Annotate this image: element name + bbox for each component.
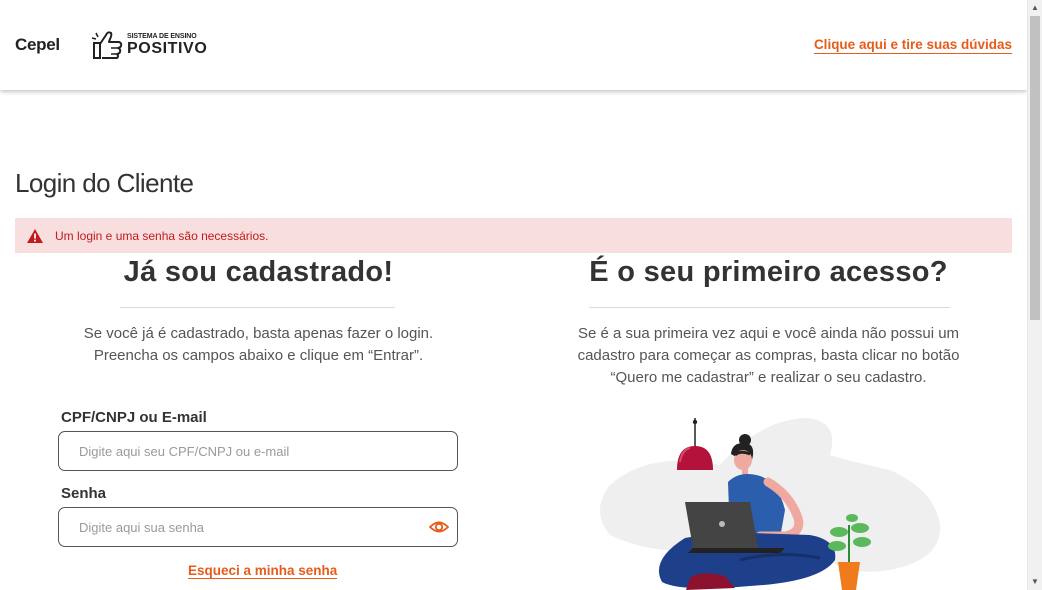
woman-with-laptop-illustration	[600, 418, 941, 590]
register-description-line: Se é a sua primeira vez aqui e você aind…	[577, 325, 960, 342]
user-field-label: CPF/CNPJ ou E-mail	[61, 409, 207, 426]
login-section-title: Já sou cadastrado!	[123, 256, 394, 288]
logo-title: POSITIVO	[127, 40, 208, 57]
plant-pot	[838, 562, 860, 590]
site-header: Cepel SISTEMA DE ENSINO POSITIVO Clique …	[0, 0, 1027, 90]
page-title: Login do Cliente	[15, 168, 194, 198]
login-description: Se você já é cadastrado, basta apenas fa…	[15, 323, 502, 367]
plant-leaf	[851, 523, 869, 533]
plant-leaf	[853, 537, 871, 547]
laptop-base	[688, 548, 785, 553]
alert-message: Um login e uma senha são necessários.	[55, 228, 269, 243]
plant-leaf	[828, 541, 846, 551]
user-input[interactable]	[59, 432, 457, 470]
scrollbar-thumb[interactable]	[1030, 16, 1040, 320]
scroll-down-arrow-icon[interactable]: ▼	[1031, 578, 1039, 586]
password-field-wrapper	[58, 507, 458, 547]
register-description: Se é a sua primeira vez aqui e você aind…	[555, 323, 982, 389]
login-description-line: Se você já é cadastrado, basta apenas fa…	[83, 325, 434, 342]
thumbs-up-logo-icon	[91, 31, 123, 59]
forgot-password-link[interactable]: Esqueci a minha senha	[188, 563, 338, 579]
register-section-title: É o seu primeiro acesso?	[589, 256, 948, 288]
login-description-line: Preencha os campos abaixo e clique em “E…	[93, 347, 424, 364]
warning-triangle-icon	[27, 228, 43, 243]
user-field-wrapper	[58, 431, 458, 471]
password-input[interactable]	[59, 508, 457, 546]
register-title-divider	[589, 307, 950, 308]
login-title-divider	[120, 307, 395, 308]
plant-leaf	[846, 514, 858, 522]
logo-wordmark: SISTEMA DE ENSINO POSITIVO	[127, 33, 207, 57]
lamp-top	[692, 419, 698, 425]
password-field-label: Senha	[61, 485, 107, 502]
brand-name[interactable]: Cepel	[15, 35, 60, 55]
scroll-up-arrow-icon[interactable]: ▲	[1031, 4, 1039, 12]
error-alert: Um login e uma senha são necessários.	[15, 218, 1012, 253]
eye-icon[interactable]	[429, 518, 449, 536]
help-link[interactable]: Clique aqui e tire suas dúvidas	[813, 37, 1012, 54]
register-description-line: “Quero me cadastrar” e realizar o seu ca…	[610, 369, 927, 386]
lamp-shade	[677, 446, 713, 470]
positivo-logo[interactable]: SISTEMA DE ENSINO POSITIVO	[90, 28, 212, 62]
vertical-scrollbar[interactable]: ▲ ▼	[1027, 0, 1042, 590]
logo-subtitle: SISTEMA DE ENSINO	[127, 33, 197, 40]
register-description-line: cadastro para começar as compras, basta …	[577, 347, 960, 364]
page: Cepel SISTEMA DE ENSINO POSITIVO Clique …	[0, 0, 1042, 590]
plant-leaf	[830, 527, 848, 537]
